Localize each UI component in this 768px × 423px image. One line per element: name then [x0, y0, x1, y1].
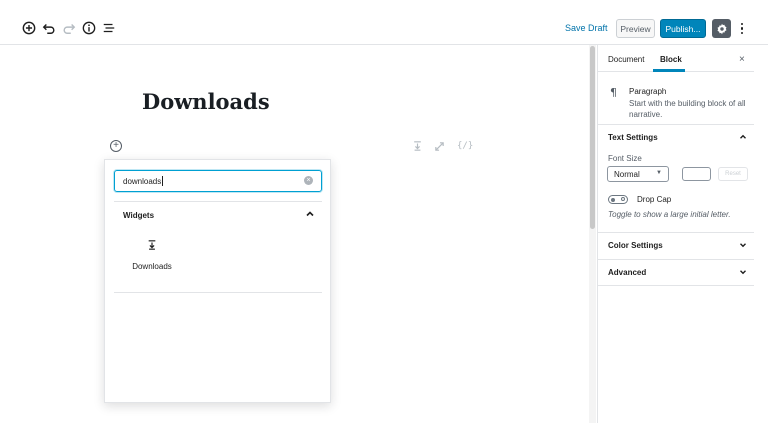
editor-scrollbar-thumb[interactable] [590, 46, 595, 229]
divider [598, 232, 754, 233]
chevron-down-icon[interactable] [738, 267, 748, 277]
settings-button[interactable] [712, 19, 731, 38]
expand-icon[interactable] [434, 141, 445, 154]
drop-cap-toggle[interactable] [608, 195, 628, 204]
gear-icon [717, 23, 726, 34]
more-dot [740, 22, 744, 26]
block-card-description: Start with the building block of all nar… [629, 99, 746, 119]
custom-font-size-input[interactable] [682, 167, 711, 181]
more-dot [740, 27, 744, 30]
widgets-panel-title[interactable]: Widgets [123, 211, 154, 220]
advanced-panel-title[interactable]: Advanced [608, 268, 646, 277]
tab-document[interactable]: Document [608, 55, 644, 64]
drop-cap-help: Toggle to show a large initial letter. [608, 210, 731, 219]
divider [114, 201, 322, 202]
close-icon[interactable]: × [739, 54, 745, 65]
save-draft-button[interactable]: Save Draft [565, 23, 608, 33]
plus-icon: + [113, 140, 119, 151]
block-result-downloads[interactable]: Downloads [123, 234, 181, 274]
preview-button[interactable]: Preview [616, 19, 655, 38]
divider [598, 285, 754, 286]
paragraph-icon: ¶ [610, 86, 617, 99]
info-icon[interactable] [81, 20, 97, 36]
font-size-label: Font Size [608, 154, 642, 163]
caret-down-icon: ▼ [656, 170, 662, 176]
post-title[interactable]: Downloads [142, 89, 270, 114]
sidebar-tabs: Document Block × [598, 45, 754, 72]
block-card-title: Paragraph [629, 87, 667, 96]
publish-button[interactable]: Publish... [660, 19, 706, 38]
clear-search-icon[interactable]: × [304, 176, 313, 185]
divider [114, 292, 322, 293]
text-caret [162, 176, 163, 186]
more-dot [740, 31, 744, 35]
add-block-icon[interactable] [21, 20, 37, 36]
block-navigation-icon[interactable] [101, 20, 117, 36]
block-search-input[interactable] [123, 174, 293, 188]
tab-block[interactable]: Block [660, 55, 682, 64]
divider [598, 259, 754, 260]
color-settings-panel-title[interactable]: Color Settings [608, 241, 663, 250]
redo-icon[interactable] [61, 20, 77, 36]
toggle-knob [611, 197, 615, 202]
settings-sidebar: Document Block × ¶ Paragraph Start with … [597, 45, 768, 423]
font-size-select-value: Normal [614, 169, 640, 179]
chevron-up-icon[interactable] [738, 132, 748, 142]
more-menu-button[interactable] [736, 19, 748, 38]
undo-icon[interactable] [41, 20, 57, 36]
download-icon [148, 240, 156, 250]
reset-button[interactable]: Reset [718, 167, 748, 181]
block-inserter-popover: × Widgets Downloads [104, 159, 331, 403]
chevron-up-icon[interactable] [304, 208, 316, 220]
block-search-field[interactable]: × [114, 170, 322, 192]
text-settings-panel-title[interactable]: Text Settings [608, 133, 658, 142]
font-size-select[interactable]: Normal ▼ [607, 166, 669, 182]
divider [598, 124, 754, 125]
toggle-off-indicator [621, 197, 625, 201]
active-tab-indicator [653, 69, 685, 72]
block-inserter-toggle[interactable]: + [110, 140, 122, 152]
code-icon[interactable]: {/} [457, 141, 473, 151]
drop-cap-label: Drop Cap [637, 195, 672, 204]
editor-toolbar: Save Draft Preview Publish... [0, 0, 768, 45]
block-result-label: Downloads [132, 262, 172, 271]
download-icon[interactable] [413, 141, 422, 153]
chevron-down-icon[interactable] [738, 240, 748, 250]
